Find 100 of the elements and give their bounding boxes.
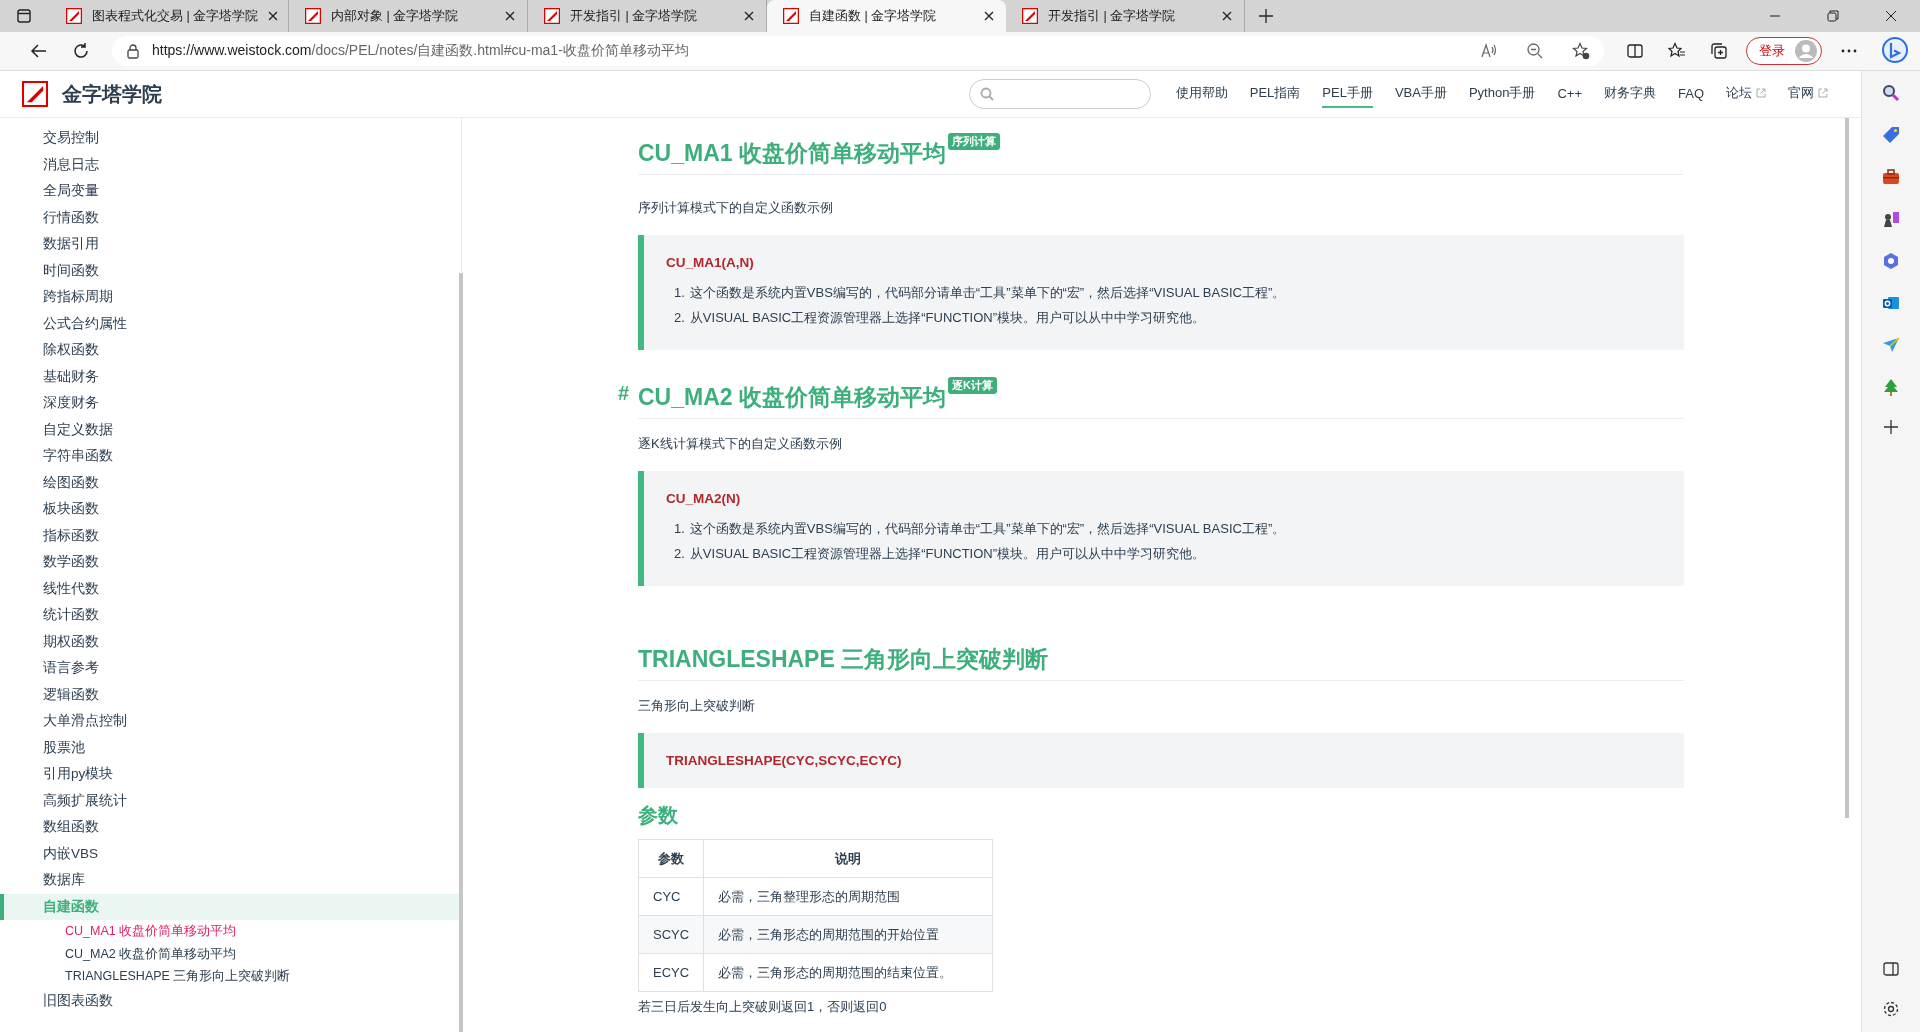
zoom-out-icon[interactable] <box>1526 42 1544 60</box>
nav-link[interactable]: C++ <box>1557 81 1582 107</box>
nav-link[interactable]: 论坛 <box>1726 80 1766 108</box>
column-header: 参数 <box>638 839 704 878</box>
sidebar-item[interactable]: 数据库 <box>0 867 461 894</box>
settings-icon[interactable] <box>1882 1000 1900 1018</box>
note-text: 从VISUAL BASIC工程资源管理器上选择“FUNCTION”模块。用户可以从中中学习研究他。 <box>689 546 1206 561</box>
nav-link[interactable]: FAQ <box>1678 81 1704 107</box>
site-logo-icon <box>305 8 321 24</box>
close-icon[interactable] <box>1222 11 1232 21</box>
sidebar-subitem[interactable]: TRIANGLESHAPE 三角形向上突破判断 <box>0 965 461 988</box>
table-cell: CYC <box>638 877 704 916</box>
site-logo-icon[interactable] <box>22 81 48 107</box>
scrollbar[interactable] <box>1845 118 1849 818</box>
sidebar-item[interactable]: 逻辑函数 <box>0 681 461 708</box>
nav-link[interactable]: PEL指南 <box>1249 80 1301 108</box>
list-number: 2. <box>674 546 685 561</box>
nav-link[interactable]: 使用帮助 <box>1175 80 1228 108</box>
tab-actions-icon[interactable] <box>16 8 32 24</box>
sidebar-item[interactable]: 语言参考 <box>0 655 461 682</box>
sidebar-item[interactable]: 指标函数 <box>0 522 461 549</box>
address-bar[interactable]: https://www.weistock.com/docs/PEL/notes/自建函数.html#cu-ma1-收盘价简单移动平均 <box>112 36 1604 66</box>
read-aloud-icon[interactable] <box>1480 43 1498 59</box>
sidebar-item[interactable]: 股票池 <box>0 734 461 761</box>
site-logo-icon <box>783 8 799 24</box>
sidebar-item[interactable]: 数据引用 <box>0 231 461 258</box>
sidebar-item[interactable]: 线性代数 <box>0 575 461 602</box>
add-favorite-icon[interactable] <box>1572 42 1590 60</box>
sidebar-subitem[interactable]: CU_MA2 收盘价简单移动平均 <box>0 942 461 965</box>
sidebar-item[interactable]: 行情函数 <box>0 204 461 231</box>
sidebar-item[interactable]: 板块函数 <box>0 496 461 523</box>
nav-link[interactable]: PEL手册 <box>1322 80 1373 108</box>
sidebar-item[interactable]: 旧图表函数 <box>0 987 461 1014</box>
sidebar-item[interactable]: 字符串函数 <box>0 443 461 470</box>
section-description: 逐K线计算模式下的自定义函数示例 <box>638 435 843 453</box>
sidebar-item[interactable]: 内嵌VBS <box>0 840 461 867</box>
toolbox-icon[interactable] <box>1881 167 1901 187</box>
chat-icon[interactable] <box>1880 36 1910 66</box>
note-text: 从VISUAL BASIC工程资源管理器上选择“FUNCTION”模块。用户可以从中中学习研究他。 <box>689 310 1206 325</box>
column-header: 说明 <box>703 839 993 878</box>
tag-icon[interactable] <box>1881 125 1901 145</box>
sidebar-item[interactable]: 期权函数 <box>0 628 461 655</box>
scrollbar[interactable] <box>459 273 463 1032</box>
favorites-icon[interactable] <box>1668 42 1686 60</box>
sidebar-item[interactable]: 公式合约属性 <box>0 310 461 337</box>
search-icon[interactable] <box>1881 83 1901 103</box>
mode-badge: 逐K计算 <box>947 377 997 394</box>
nav-link[interactable]: Python手册 <box>1468 80 1536 108</box>
params-heading: 参数 <box>638 803 679 828</box>
sidebar-item[interactable]: 基础财务 <box>0 363 461 390</box>
note-text: 这个函数是系统内置VBS编写的，代码部分请单击“工具”菜单下的“宏”，然后选择“VISUAL BASIC工程”。 <box>689 285 1286 300</box>
table-cell: SCYC <box>638 915 704 954</box>
chess-pieces-icon[interactable] <box>1881 209 1901 229</box>
sidebar-item[interactable]: 大单滑点控制 <box>0 708 461 735</box>
sidebar-item[interactable]: 全局变量 <box>0 178 461 205</box>
sidebar-item[interactable]: 自定义数据 <box>0 416 461 443</box>
sidebar-item[interactable]: 除权函数 <box>0 337 461 364</box>
close-icon[interactable] <box>1885 10 1897 22</box>
function-signature: CU_MA1(A,N) <box>666 255 755 270</box>
back-icon[interactable] <box>30 42 48 60</box>
restore-icon[interactable] <box>1827 10 1839 22</box>
nav-link[interactable]: 官网 <box>1788 80 1828 108</box>
sidebar-subitem[interactable]: CU_MA1 收盘价简单移动平均 <box>0 920 461 943</box>
sidebar-item[interactable]: 时间函数 <box>0 257 461 284</box>
sidebar-item[interactable]: 跨指标周期 <box>0 284 461 311</box>
sidebar-item[interactable]: 交易控制 <box>0 125 461 152</box>
list-number: 2. <box>674 310 685 325</box>
table-cell: 必需，三角形态的周期范围的结束位置。 <box>703 953 993 992</box>
sidebar-item[interactable]: 绘图函数 <box>0 469 461 496</box>
close-icon[interactable] <box>268 11 279 21</box>
close-icon[interactable] <box>984 11 994 21</box>
external-link-icon <box>1756 88 1766 98</box>
sidebar-item[interactable]: 统计函数 <box>0 602 461 629</box>
close-icon[interactable] <box>505 11 515 21</box>
tree-icon[interactable] <box>1881 377 1901 397</box>
hexagon-logo-icon[interactable] <box>1881 251 1901 271</box>
login-button[interactable]: 登录 <box>1746 37 1822 65</box>
browser-tab[interactable]: 自建函数 | 金字塔学院 <box>767 0 1006 32</box>
section-description: 三角形向上突破判断 <box>638 697 756 715</box>
nav-link[interactable]: 财务字典 <box>1604 80 1656 108</box>
site-name[interactable]: 金字塔学院 <box>62 80 162 108</box>
sidebar-item[interactable]: 数学函数 <box>0 549 461 576</box>
close-icon[interactable] <box>744 11 754 21</box>
note-text: 这个函数是系统内置VBS编写的，代码部分请单击“工具”菜单下的“宏”，然后选择“VISUAL BASIC工程”。 <box>689 521 1286 536</box>
section-heading: CU_MA2 收盘价简单移动平均 <box>638 383 946 412</box>
section-heading: CU_MA1 收盘价简单移动平均 <box>638 139 946 168</box>
new-tab-icon[interactable] <box>1259 9 1273 23</box>
lock-icon[interactable] <box>126 43 140 59</box>
add-icon[interactable] <box>1883 419 1899 435</box>
sidebar-item[interactable]: 消息日志 <box>0 151 461 178</box>
refresh-icon[interactable] <box>72 42 90 60</box>
sidebar-item[interactable]: 引用py模块 <box>0 761 461 788</box>
nav-link[interactable]: VBA手册 <box>1394 80 1447 108</box>
external-link-icon <box>1818 88 1828 98</box>
sidebar-item[interactable]: 数组函数 <box>0 814 461 841</box>
split-screen-icon[interactable] <box>1626 42 1644 60</box>
sidebar-toggle-icon[interactable] <box>1882 960 1900 978</box>
sidebar-item[interactable]: 高频扩展统计 <box>0 787 461 814</box>
sidebar-item[interactable]: 深度财务 <box>0 390 461 417</box>
collections-icon[interactable] <box>1710 42 1728 60</box>
